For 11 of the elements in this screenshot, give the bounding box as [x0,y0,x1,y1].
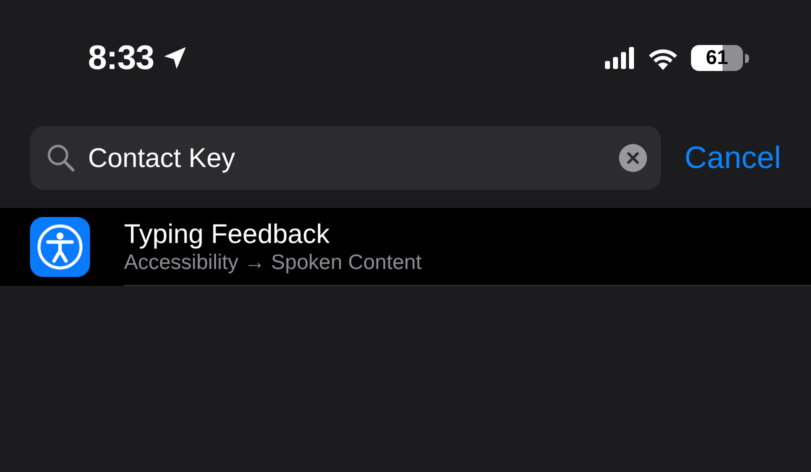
clear-icon[interactable] [618,144,646,172]
search-icon [46,143,76,173]
signal-icon [605,47,635,69]
location-arrow-icon [162,45,188,71]
result-path: Accessibility → Spoken Content [124,250,423,276]
cancel-button[interactable]: Cancel [684,140,781,176]
result-title: Typing Feedback [124,218,331,250]
search-field[interactable]: Contact Key [30,126,660,190]
accessibility-icon [30,217,90,277]
status-time: 8:33 [88,38,154,78]
search-result[interactable]: Typing Feedback Accessibility → Spoken Content [0,208,811,286]
